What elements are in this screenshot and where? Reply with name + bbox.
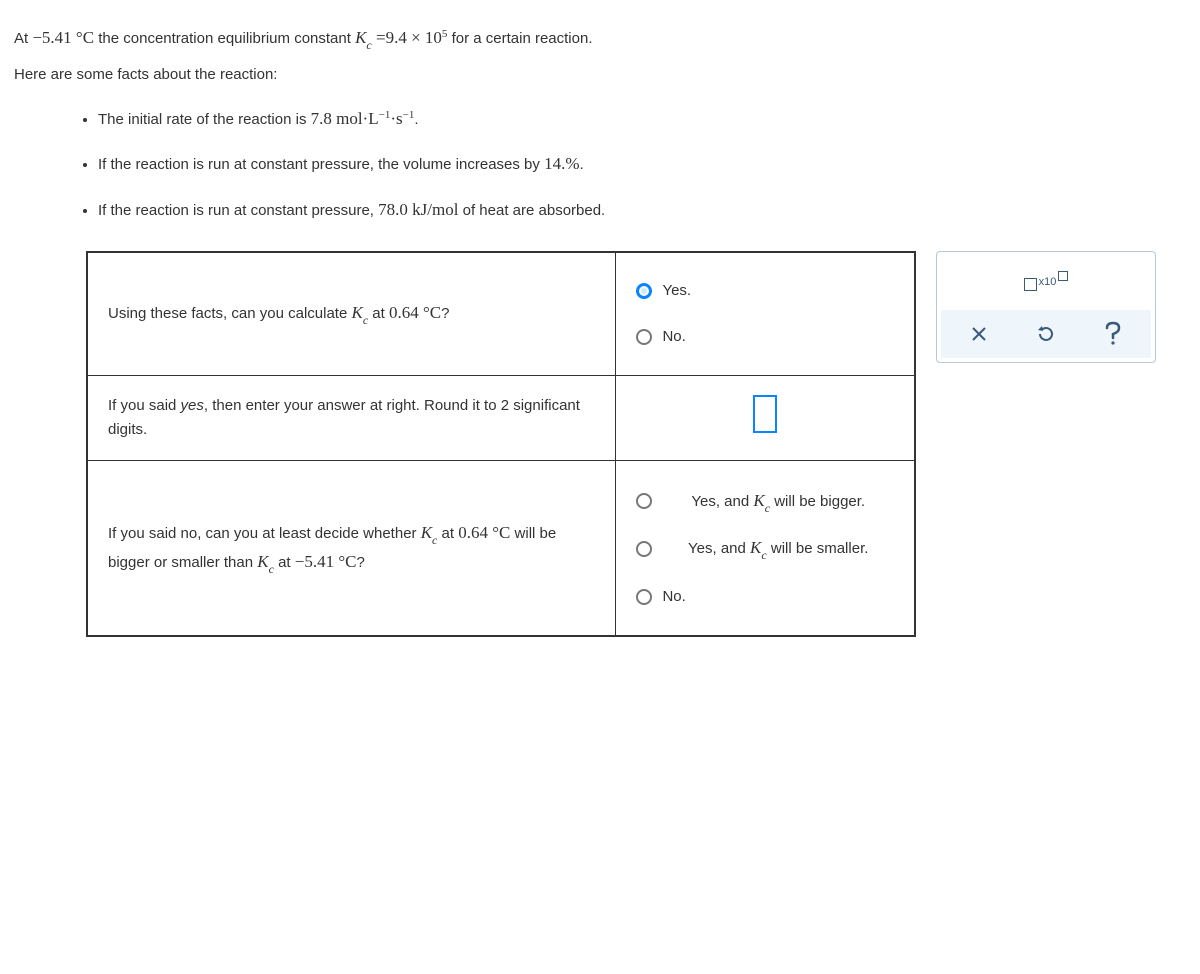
intro-line-2: Here are some facts about the reaction: — [14, 63, 1186, 87]
exp: −1 — [403, 109, 415, 121]
problem-container: At −5.41 °C the concentration equilibriu… — [14, 24, 1186, 637]
help-button[interactable] — [1087, 316, 1139, 352]
a1-cell: Yes. No. — [616, 252, 915, 376]
text: The initial rate of the reaction is — [98, 111, 311, 128]
kc-symbol: K — [750, 538, 761, 557]
fact-2: If the reaction is run at constant press… — [98, 150, 1186, 177]
temperature-2: 0.64 °C — [458, 523, 510, 542]
radio-yes[interactable]: Yes. — [636, 279, 894, 303]
intro-line-1: At −5.41 °C the concentration equilibriu… — [14, 24, 1186, 53]
radio-icon — [636, 589, 652, 605]
rate-value: 7.8 mol·L — [311, 109, 379, 128]
text: ? — [357, 554, 365, 571]
radio-smaller[interactable]: Yes, and Kc will be smaller. — [636, 534, 894, 563]
reset-button[interactable] — [1020, 316, 1072, 352]
radio-icon — [636, 329, 652, 345]
sci-notation-button[interactable]: x10 — [1020, 264, 1072, 300]
text: ? — [441, 305, 449, 322]
text: Using these facts, can you calculate — [108, 305, 351, 322]
fact-1: The initial rate of the reaction is 7.8 … — [98, 105, 1186, 132]
text: If the reaction is run at constant press… — [98, 202, 378, 219]
equals: = — [372, 28, 386, 47]
text: If you said — [108, 397, 181, 414]
palette-row-bottom — [941, 310, 1151, 358]
kc-symbol: K — [421, 523, 432, 542]
text: of heat are absorbed. — [458, 202, 605, 219]
undo-icon — [1036, 324, 1056, 344]
radio-no[interactable]: No. — [636, 325, 894, 349]
radio-icon — [636, 493, 652, 509]
question-icon — [1103, 321, 1123, 347]
close-icon — [970, 325, 988, 343]
kc-symbol: K — [753, 491, 764, 510]
clear-button[interactable] — [953, 316, 1005, 352]
radio-label: Yes, and Kc will be smaller. — [662, 534, 894, 563]
palette-row-top: x10 — [941, 258, 1151, 306]
text: at — [437, 525, 458, 542]
a3-cell: Yes, and Kc will be bigger. Yes, and Kc … — [616, 460, 915, 636]
heat-value: 78.0 kJ/mol — [378, 200, 458, 219]
text: Yes, and — [688, 540, 750, 557]
fact-3: If the reaction is run at constant press… — [98, 196, 1186, 223]
text: . — [414, 111, 418, 128]
text: At — [14, 30, 32, 47]
answer-entry-box[interactable] — [753, 395, 777, 433]
temperature-2: 0.64 °C — [389, 303, 441, 322]
intro: At −5.41 °C the concentration equilibriu… — [14, 24, 1186, 87]
q2-cell: If you said yes, then enter your answer … — [87, 375, 616, 460]
text: If you said no, can you at least decide … — [108, 525, 421, 542]
text: for a certain reaction. — [447, 30, 592, 47]
text: at — [274, 554, 295, 571]
kc-subscript: c — [432, 533, 437, 547]
kc-subscript: c — [366, 38, 371, 52]
radio-label: No. — [662, 585, 685, 609]
facts-list: The initial rate of the reaction is 7.8 … — [14, 105, 1186, 223]
a2-cell — [616, 375, 915, 460]
temperature-1: −5.41 °C — [32, 28, 94, 47]
x10-label: x10 — [1039, 274, 1057, 292]
kc-symbol: K — [257, 552, 268, 571]
text: . — [579, 156, 583, 173]
kc-subscript: c — [765, 501, 770, 515]
question-table: Using these facts, can you calculate Kc … — [86, 251, 916, 637]
text: will be bigger. — [770, 493, 865, 510]
radio-label: Yes. — [662, 279, 691, 303]
kc-symbol: K — [355, 28, 366, 47]
radio-icon — [636, 283, 652, 299]
kc-subscript: c — [363, 313, 368, 327]
text: at — [368, 305, 389, 322]
text: Yes, and — [691, 493, 753, 510]
radio-no-3[interactable]: No. — [636, 585, 894, 609]
kc-symbol: K — [351, 303, 362, 322]
text: the concentration equilibrium constant — [94, 30, 355, 47]
k-value: 9.4 × 10 — [386, 28, 442, 47]
kc-subscript: c — [761, 548, 766, 562]
exp: −1 — [379, 109, 391, 121]
text: If the reaction is run at constant press… — [98, 156, 544, 173]
unit: ·s — [390, 109, 402, 128]
box-icon — [1058, 271, 1068, 281]
radio-label: No. — [662, 325, 685, 349]
temperature-1: −5.41 °C — [295, 552, 357, 571]
yes-italic: yes — [181, 397, 204, 414]
q1-cell: Using these facts, can you calculate Kc … — [87, 252, 616, 376]
volume-change: 14.% — [544, 154, 579, 173]
kc-subscript: c — [269, 562, 274, 576]
text: will be smaller. — [767, 540, 869, 557]
tool-palette: x10 — [936, 251, 1156, 363]
box-icon — [1024, 278, 1037, 291]
radio-label: Yes, and Kc will be bigger. — [662, 487, 894, 516]
radio-icon — [636, 541, 652, 557]
q3-cell: If you said no, can you at least decide … — [87, 460, 616, 636]
radio-bigger[interactable]: Yes, and Kc will be bigger. — [636, 487, 894, 516]
